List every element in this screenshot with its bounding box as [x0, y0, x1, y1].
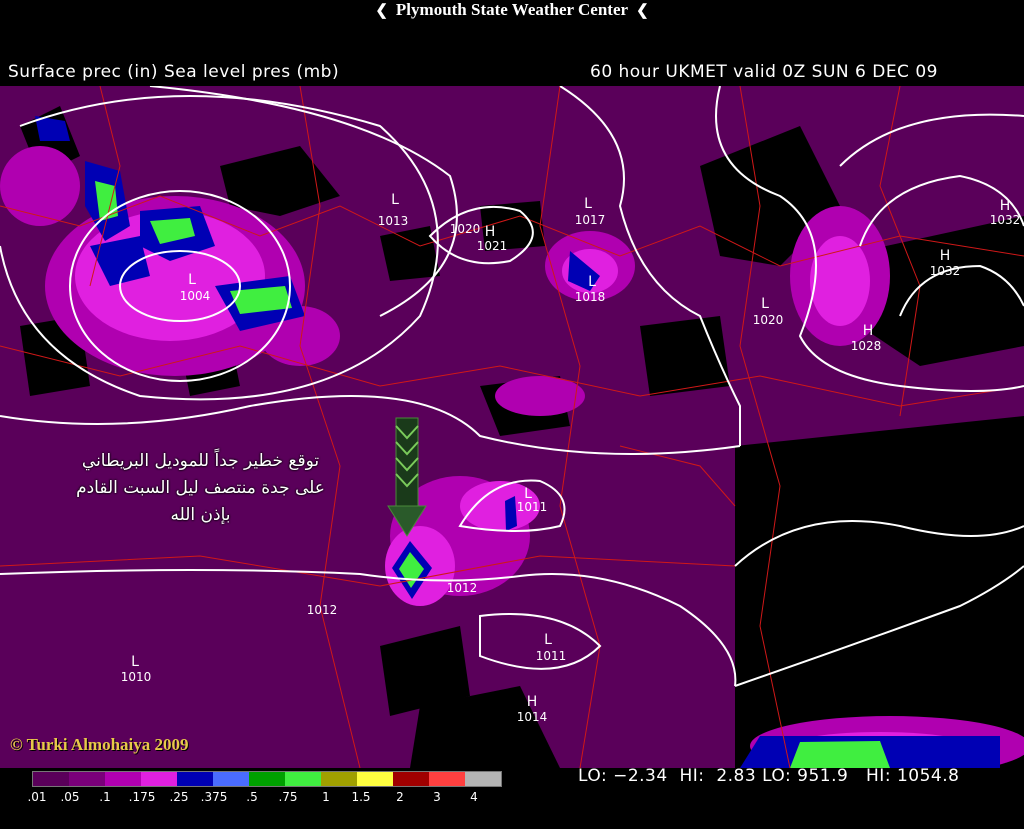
svg-text:H: H	[940, 248, 951, 264]
legend-swatch	[33, 772, 69, 786]
svg-text:H: H	[485, 224, 496, 240]
legend-swatch	[429, 772, 465, 786]
legend-label: .5	[246, 790, 258, 804]
legend-label: .25	[169, 790, 189, 804]
legend-labels: .01 .05 .1 .175 .25 .375 .5 .75 1 1.5 2 …	[27, 790, 532, 806]
svg-text:L: L	[188, 272, 196, 288]
legend-swatch	[213, 772, 249, 786]
svg-text:1020: 1020	[753, 313, 784, 327]
pressure-center: 1012	[307, 603, 338, 617]
svg-text:1011: 1011	[517, 500, 548, 514]
legend-swatch	[177, 772, 213, 786]
legend-swatch	[69, 772, 105, 786]
legend-label: .1	[99, 790, 111, 804]
legend-swatch	[141, 772, 177, 786]
site-title-text: Plymouth State Weather Center	[395, 0, 629, 19]
svg-text:L: L	[544, 632, 552, 648]
legend-swatch	[393, 772, 429, 786]
svg-text:1032: 1032	[930, 264, 961, 278]
legend-swatch	[285, 772, 321, 786]
min-max-stats: LO: −2.34 HI: 2.83 LO: 951.9 HI: 1054.8	[578, 766, 960, 786]
svg-text:H: H	[1000, 198, 1011, 214]
svg-text:L: L	[761, 296, 769, 312]
legend-swatch	[105, 772, 141, 786]
svg-text:1012: 1012	[447, 581, 478, 595]
svg-text:1021: 1021	[477, 239, 508, 253]
svg-text:1012: 1012	[307, 603, 338, 617]
model-run-title: 60 hour UKMET valid 0Z SUN 6 DEC 09	[590, 62, 938, 82]
legend-swatch	[321, 772, 357, 786]
legend-swatch	[357, 772, 393, 786]
pressure-center: 1012	[447, 581, 478, 595]
svg-text:1017: 1017	[575, 213, 606, 227]
svg-text:1011: 1011	[536, 649, 567, 663]
svg-text:L: L	[391, 192, 399, 208]
legend-label: .75	[278, 790, 298, 804]
svg-text:L: L	[131, 654, 139, 670]
annotation-line: توقع خطير جداً للموديل البريطاني	[81, 451, 320, 471]
copyright-text: © Turki Almohaiya 2009	[10, 735, 189, 754]
color-legend	[32, 771, 502, 787]
flag-icon: ❮	[636, 3, 649, 19]
forecast-annotation: توقع خطير جداً للموديل البريطاني على جدة…	[28, 448, 373, 529]
legend-label: 1	[322, 790, 330, 804]
legend-label: 1.5	[351, 790, 371, 804]
legend-label: .05	[60, 790, 80, 804]
svg-text:1013: 1013	[378, 214, 409, 228]
svg-text:1028: 1028	[851, 339, 882, 353]
svg-text:H: H	[527, 694, 538, 710]
svg-text:1014: 1014	[517, 710, 548, 724]
pressure-center: 1020	[450, 222, 481, 236]
legend-label: .375	[200, 790, 228, 804]
svg-text:1020: 1020	[450, 222, 481, 236]
forecast-map: L1013 H1021 1020 L1017 L1018 L1004 L1020…	[0, 86, 1024, 768]
flag-icon: ❮	[375, 3, 388, 19]
legend-label: 4	[470, 790, 478, 804]
site-title: ❮ Plymouth State Weather Center ❮	[0, 0, 1024, 22]
svg-text:1004: 1004	[180, 289, 211, 303]
legend-label: 2	[396, 790, 404, 804]
annotation-line: بإذن الله	[170, 505, 231, 525]
legend-label: .01	[27, 790, 47, 804]
svg-text:L: L	[588, 274, 596, 290]
weather-map-page: ❮ Plymouth State Weather Center ❮ Surface …	[0, 0, 1024, 829]
svg-text:H: H	[863, 323, 874, 339]
annotation-line: على جدة منتصف ليل السبت القادم	[76, 478, 325, 498]
svg-text:1032: 1032	[990, 213, 1021, 227]
legend-label: .175	[128, 790, 156, 804]
map-parameters-title: Surface prec (in) Sea level pres (mb)	[8, 62, 340, 82]
svg-text:L: L	[584, 196, 592, 212]
svg-text:1018: 1018	[575, 290, 606, 304]
svg-text:1010: 1010	[121, 670, 152, 684]
legend-swatch	[249, 772, 285, 786]
legend-swatch	[465, 772, 501, 786]
legend-label: 3	[433, 790, 441, 804]
